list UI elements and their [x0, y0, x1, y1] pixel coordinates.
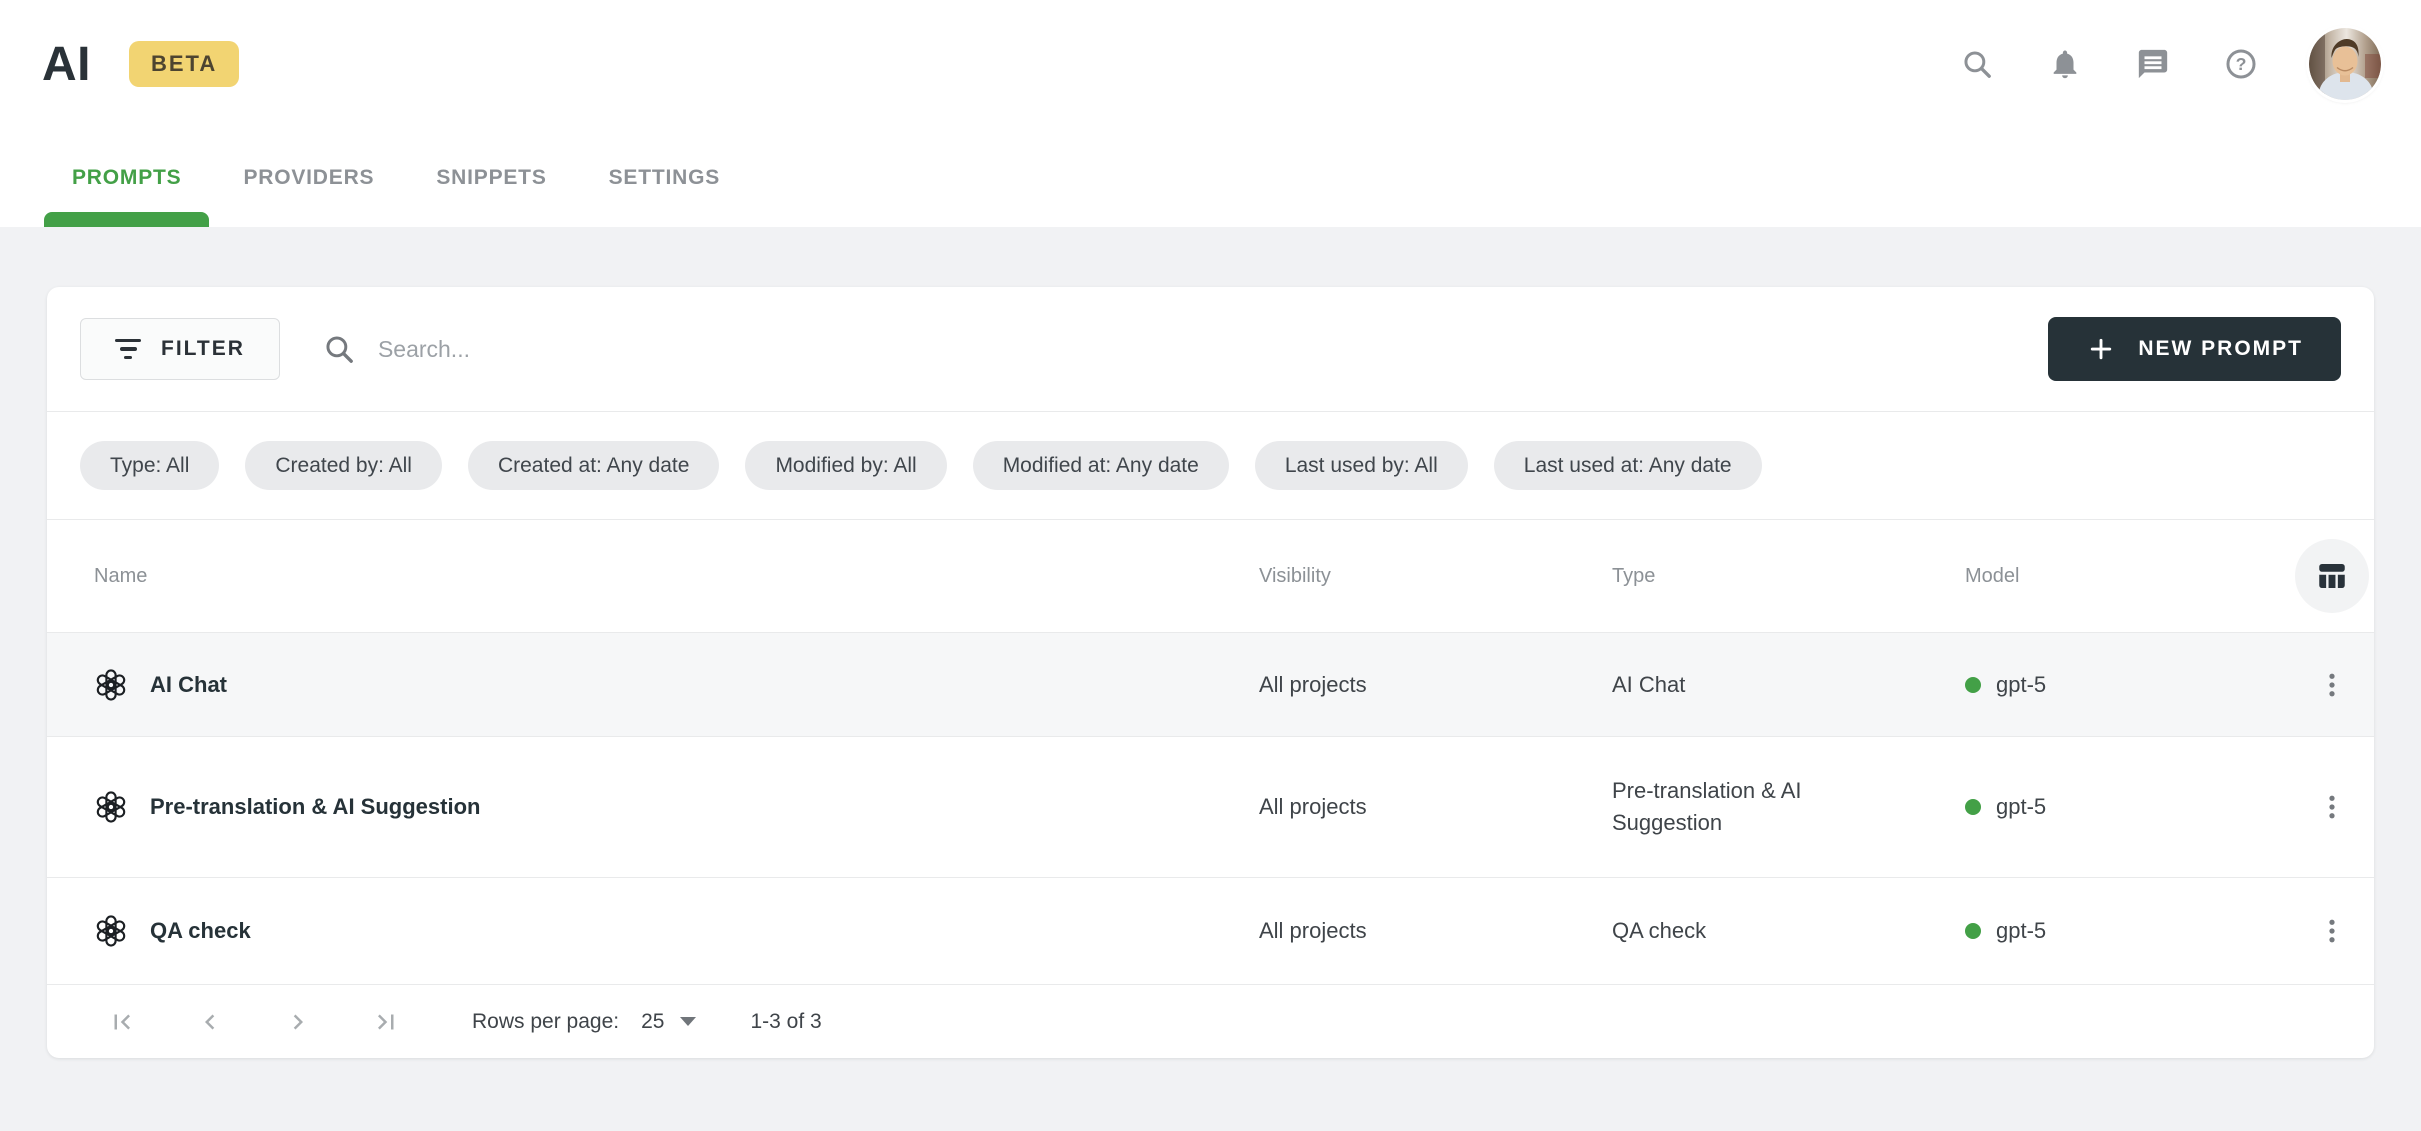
columns-icon [2314, 558, 2350, 594]
column-header-type: Type [1612, 565, 1965, 588]
main-area: FILTER NEW PROMPT Type: All Created by: … [0, 227, 2421, 1131]
tab-settings[interactable]: SETTINGS [609, 128, 720, 227]
table-row[interactable]: AI Chat All projects AI Chat gpt-5 [47, 632, 2374, 736]
chip-modified-by[interactable]: Modified by: All [745, 441, 946, 490]
tab-prompts[interactable]: PROMPTS [72, 128, 181, 227]
openai-icon [94, 790, 128, 824]
model-status-dot [1965, 799, 1981, 815]
filter-button-label: FILTER [161, 337, 245, 361]
rows-per-page-select[interactable]: 25 [641, 1010, 696, 1034]
prompt-type: Pre-translation & AI Suggestion [1612, 775, 1965, 839]
chat-icon[interactable] [2133, 44, 2173, 84]
chip-last-used-by[interactable]: Last used by: All [1255, 441, 1468, 490]
help-icon[interactable]: ? [2221, 44, 2261, 84]
filter-icon [115, 339, 141, 360]
model-status-dot [1965, 923, 1981, 939]
search-icon[interactable] [1957, 44, 1997, 84]
row-menu-button[interactable] [2308, 907, 2356, 955]
prompt-model: gpt-5 [1996, 672, 2046, 698]
plus-icon [2086, 334, 2116, 364]
chevron-left-icon [195, 1007, 225, 1037]
beta-badge: BETA [129, 41, 239, 87]
kebab-icon [2317, 670, 2347, 700]
tab-providers[interactable]: PROVIDERS [243, 128, 374, 227]
chevron-right-icon [283, 1007, 313, 1037]
chip-last-used-at[interactable]: Last used at: Any date [1494, 441, 1762, 490]
prompts-card: FILTER NEW PROMPT Type: All Created by: … [47, 287, 2374, 1058]
previous-page-button[interactable] [188, 1000, 232, 1044]
rows-per-page-value: 25 [641, 1010, 664, 1034]
table-row[interactable]: Pre-translation & AI Suggestion All proj… [47, 736, 2374, 877]
column-settings-button[interactable] [2295, 539, 2369, 613]
prompt-model: gpt-5 [1996, 794, 2046, 820]
tab-snippets[interactable]: SNIPPETS [436, 128, 546, 227]
first-page-icon [107, 1007, 137, 1037]
column-header-model: Model [1965, 565, 2290, 588]
prompt-name: AI Chat [150, 672, 227, 698]
table-header: Name Visibility Type Model [47, 520, 2374, 632]
table-row[interactable]: QA check All projects QA check gpt-5 [47, 877, 2374, 984]
prompt-visibility: All projects [1259, 794, 1612, 820]
notifications-bell-icon[interactable] [2045, 44, 2085, 84]
prompt-visibility: All projects [1259, 918, 1612, 944]
first-page-button[interactable] [100, 1000, 144, 1044]
user-avatar[interactable] [2309, 28, 2381, 100]
rows-per-page-label: Rows per page: [472, 1010, 619, 1034]
svg-text:?: ? [2236, 54, 2247, 74]
search-field [322, 332, 2048, 366]
table-toolbar: FILTER NEW PROMPT [47, 287, 2374, 411]
prompt-visibility: All projects [1259, 672, 1612, 698]
chip-modified-at[interactable]: Modified at: Any date [973, 441, 1229, 490]
app-logo: AI [42, 37, 91, 92]
kebab-icon [2317, 792, 2347, 822]
filter-chips-row: Type: All Created by: All Created at: An… [47, 412, 2374, 519]
kebab-icon [2317, 916, 2347, 946]
row-menu-button[interactable] [2308, 783, 2356, 831]
last-page-button[interactable] [364, 1000, 408, 1044]
column-header-visibility: Visibility [1259, 565, 1612, 588]
chip-created-at[interactable]: Created at: Any date [468, 441, 719, 490]
filter-button[interactable]: FILTER [80, 318, 280, 380]
chip-type[interactable]: Type: All [80, 441, 219, 490]
topbar: AI BETA ? [0, 0, 2421, 128]
pagination-bar: Rows per page: 25 1-3 of 3 [47, 984, 2374, 1058]
next-page-button[interactable] [276, 1000, 320, 1044]
row-menu-button[interactable] [2308, 661, 2356, 709]
prompt-name: QA check [150, 918, 251, 944]
prompt-type: AI Chat [1612, 669, 1965, 701]
openai-icon [94, 914, 128, 948]
search-input[interactable] [378, 336, 2048, 363]
page: AI BETA ? [0, 0, 2421, 1131]
prompt-type: QA check [1612, 915, 1965, 947]
caret-down-icon [680, 1017, 696, 1026]
tabbar: PROMPTS PROVIDERS SNIPPETS SETTINGS [0, 128, 2421, 227]
pagination-range: 1-3 of 3 [750, 1010, 821, 1034]
new-prompt-button[interactable]: NEW PROMPT [2048, 317, 2341, 381]
model-status-dot [1965, 677, 1981, 693]
prompt-name: Pre-translation & AI Suggestion [150, 794, 480, 820]
prompt-model: gpt-5 [1996, 918, 2046, 944]
openai-icon [94, 668, 128, 702]
search-icon [322, 332, 356, 366]
column-header-name: Name [47, 565, 1259, 588]
new-prompt-label: NEW PROMPT [2138, 337, 2303, 361]
chip-created-by[interactable]: Created by: All [245, 441, 442, 490]
last-page-icon [371, 1007, 401, 1037]
topbar-actions: ? [1957, 28, 2381, 100]
